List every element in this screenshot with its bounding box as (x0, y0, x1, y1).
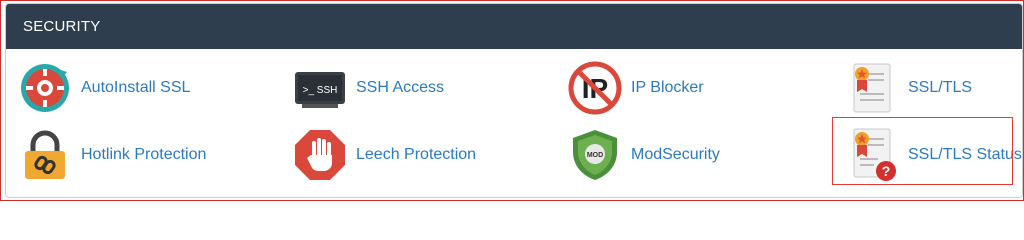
modsecurity-label: ModSecurity (631, 146, 720, 163)
stop-hand-icon (292, 127, 348, 183)
selection-highlight (832, 117, 1013, 185)
ip-blocker-icon: IP (567, 60, 623, 116)
hotlink-protection-link[interactable]: Hotlink Protection (17, 127, 206, 183)
autoinstall-ssl-label: AutoInstall SSL (81, 79, 191, 96)
section-header: SECURITY (6, 4, 1022, 49)
padlock-chain-icon (17, 127, 73, 183)
ssh-terminal-icon: >_ SSH (292, 60, 348, 116)
autoinstall-ssl-link[interactable]: AutoInstall SSL (17, 60, 190, 116)
ssl-certificate-icon (844, 60, 900, 116)
autoinstall-ssl-icon (17, 60, 73, 116)
leech-protection-label: Leech Protection (356, 146, 477, 163)
svg-text:MOD: MOD (587, 152, 603, 159)
hotlink-protection-label: Hotlink Protection (81, 146, 207, 163)
ssl-tls-link[interactable]: SSL/TLS (844, 60, 972, 116)
svg-text:>_ SSH: >_ SSH (303, 85, 338, 96)
leech-protection-link[interactable]: Leech Protection (292, 127, 476, 183)
ssl-tls-label: SSL/TLS (908, 79, 973, 96)
ip-blocker-label: IP Blocker (631, 79, 704, 96)
modsecurity-link[interactable]: MOD ModSecurity (567, 127, 720, 183)
ip-blocker-link[interactable]: IP IP Blocker (567, 60, 704, 116)
ssh-access-label: SSH Access (356, 79, 445, 96)
mod-shield-icon: MOD (567, 127, 623, 183)
ssh-access-link[interactable]: >_ SSH SSH Access (292, 60, 444, 116)
section-title: SECURITY (23, 18, 101, 35)
